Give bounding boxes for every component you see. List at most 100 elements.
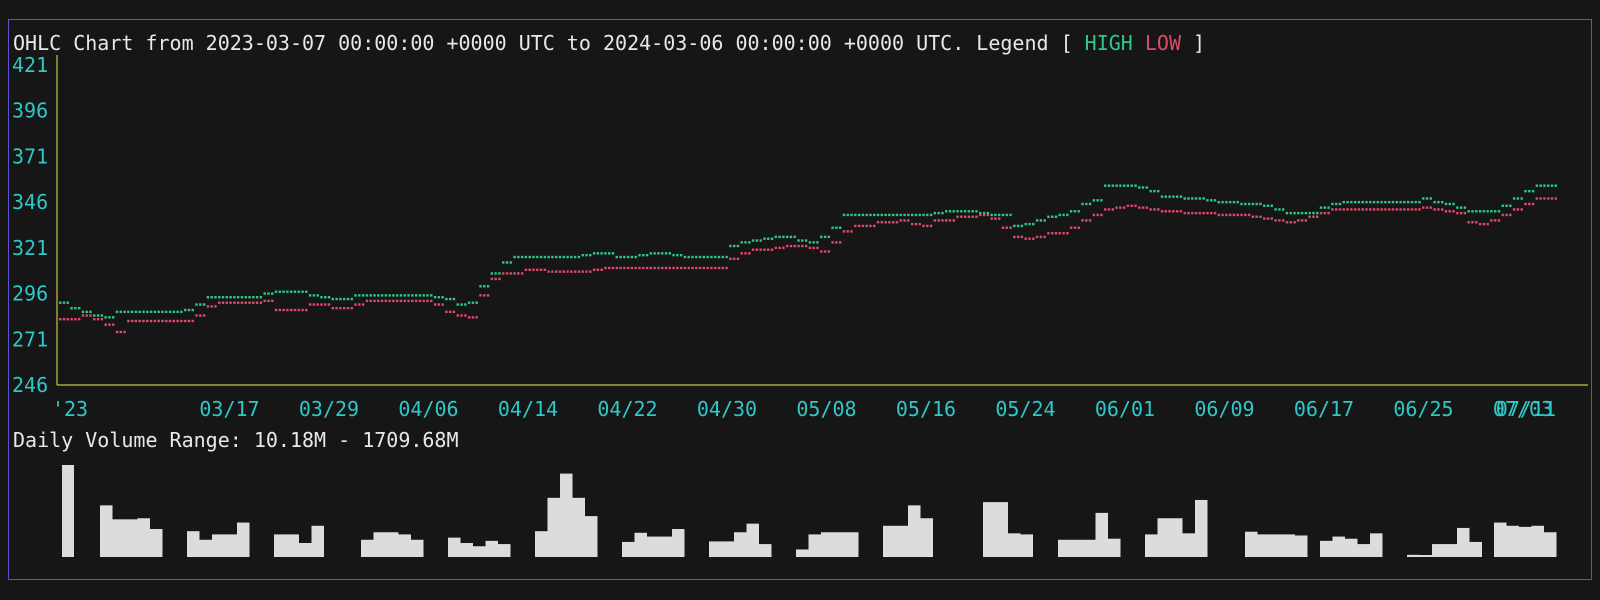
high-point	[104, 316, 107, 319]
low-point	[225, 301, 229, 304]
high-point	[899, 213, 902, 217]
low-point	[62, 317, 66, 321]
high-point	[710, 255, 713, 259]
y-tick-label: 321	[12, 236, 48, 260]
volume-bar	[1095, 512, 1108, 557]
high-point	[81, 310, 85, 314]
low-point	[490, 277, 494, 281]
low-point	[1403, 208, 1406, 211]
high-point	[1172, 195, 1175, 198]
low-point	[1539, 197, 1542, 200]
high-point	[1391, 200, 1395, 204]
high-point	[233, 296, 236, 299]
low-point	[914, 222, 918, 226]
y-tick-label: 421	[12, 53, 48, 77]
high-point	[119, 310, 122, 314]
volume-bar	[199, 539, 212, 557]
x-tick-label: 04/06	[398, 397, 458, 421]
y-tick-label: 246	[12, 373, 48, 397]
low-point	[221, 301, 225, 304]
high-point	[1342, 200, 1345, 204]
high-point	[524, 255, 528, 259]
low-point	[532, 268, 535, 271]
low-point	[115, 330, 119, 334]
x-tick-label: 04/30	[697, 397, 757, 421]
low-point	[619, 266, 622, 270]
high-point	[377, 294, 380, 297]
low-point	[1505, 213, 1508, 217]
high-point	[922, 213, 925, 217]
high-point	[1281, 208, 1285, 211]
low-point	[1164, 210, 1168, 213]
low-point	[857, 224, 861, 228]
low-point	[937, 219, 940, 222]
high-point	[891, 213, 895, 217]
low-point	[1369, 208, 1372, 211]
low-point	[555, 270, 558, 273]
high-point	[740, 241, 743, 244]
low-point	[327, 303, 331, 306]
low-point	[229, 301, 232, 304]
low-point	[986, 213, 990, 217]
low-point	[543, 268, 547, 271]
high-point	[74, 307, 77, 310]
high-point	[941, 211, 944, 215]
low-point	[1035, 235, 1039, 239]
low-point	[324, 303, 327, 306]
volume-bar	[1170, 518, 1183, 557]
high-point	[210, 296, 213, 299]
low-point	[1327, 211, 1330, 215]
high-point	[513, 255, 516, 259]
low-point	[1194, 211, 1198, 215]
high-point	[1422, 197, 1425, 200]
high-point	[1312, 211, 1315, 215]
low-point	[570, 270, 573, 273]
low-point	[1475, 221, 1478, 224]
x-tick-label: 06/09	[1194, 397, 1254, 421]
high-point	[1338, 202, 1342, 206]
high-point	[342, 297, 346, 301]
low-point	[81, 314, 85, 317]
low-point	[149, 319, 153, 323]
low-point	[123, 330, 126, 334]
high-point	[820, 235, 823, 239]
low-point	[85, 314, 88, 317]
low-point	[1225, 213, 1228, 217]
low-point	[1550, 197, 1554, 200]
low-point	[1051, 232, 1054, 235]
low-point	[471, 316, 475, 319]
high-point	[1157, 189, 1160, 193]
low-point	[1020, 235, 1024, 239]
low-point	[1028, 237, 1031, 240]
volume-bar	[1245, 531, 1258, 557]
low-point	[422, 299, 425, 303]
high-point	[604, 252, 607, 255]
high-point	[267, 292, 270, 295]
volume-bar	[1457, 527, 1470, 557]
low-point	[1297, 219, 1300, 222]
low-point	[903, 219, 906, 222]
low-point	[312, 303, 316, 306]
high-point	[1486, 210, 1489, 213]
high-point	[301, 290, 304, 293]
low-point	[138, 319, 141, 323]
low-point	[1047, 232, 1050, 235]
high-point	[626, 255, 630, 259]
low-point	[823, 250, 827, 253]
low-point	[626, 266, 630, 270]
high-point	[1100, 199, 1103, 202]
low-point	[933, 219, 937, 222]
low-point	[1448, 210, 1451, 213]
low-point	[952, 219, 955, 222]
volume-bar	[237, 522, 250, 557]
high-point	[403, 294, 406, 297]
high-point	[732, 244, 736, 248]
low-point	[271, 299, 274, 303]
low-point	[1293, 221, 1296, 224]
high-point	[736, 244, 740, 248]
low-point	[649, 266, 653, 270]
low-point	[502, 272, 505, 275]
high-point	[702, 255, 706, 259]
low-point	[990, 217, 993, 220]
high-point	[1297, 211, 1300, 215]
